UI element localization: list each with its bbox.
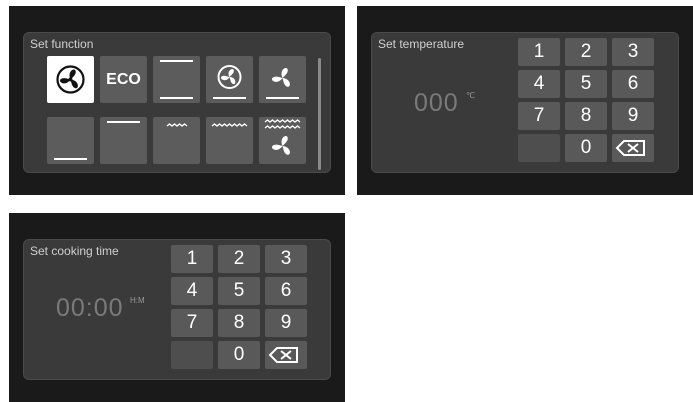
cooking-time-backspace-key[interactable]	[265, 341, 307, 369]
cooking-time-key-7[interactable]: 7	[171, 309, 213, 337]
temperature-key-1[interactable]: 1	[518, 38, 560, 66]
eco-mode-button[interactable]: ECO	[100, 56, 147, 103]
eco-label: ECO	[106, 71, 141, 88]
temperature-blank-key[interactable]	[518, 134, 560, 162]
temperature-key-3[interactable]: 3	[612, 38, 654, 66]
fan-in-circle-icon	[56, 65, 85, 94]
temperature-key-4[interactable]: 4	[518, 70, 560, 98]
cooking-time-screen: Set cooking time 00:00 H:M 123 456 7890	[9, 213, 345, 402]
cooking-time-unit: H:M	[130, 296, 145, 305]
backspace-icon	[615, 140, 645, 156]
temperature-key-9[interactable]: 9	[612, 102, 654, 130]
top-bottom-heat-icon	[160, 60, 193, 99]
grill-icon	[166, 123, 188, 127]
top-heat-icon	[107, 121, 140, 123]
temperature-key-8[interactable]: 8	[565, 102, 607, 130]
temperature-readout: 000	[414, 89, 459, 117]
temperature-panel: Set temperature 000 ℃ 123 456 7890	[371, 32, 679, 173]
temperature-key-2[interactable]: 2	[565, 38, 607, 66]
double-grill-button[interactable]	[206, 117, 253, 164]
cooking-time-key-6[interactable]: 6	[265, 277, 307, 305]
temperature-unit: ℃	[466, 91, 475, 100]
cooking-time-key-2[interactable]: 2	[218, 245, 260, 273]
panel-title: Set temperature	[378, 37, 465, 51]
temperature-key-0[interactable]: 0	[565, 134, 607, 162]
bottom-heat-icon	[54, 158, 87, 160]
cooking-time-key-1[interactable]: 1	[171, 245, 213, 273]
cooking-time-blank-key[interactable]	[171, 341, 213, 369]
top-bottom-heat-button[interactable]	[153, 56, 200, 103]
fan-mode-button[interactable]	[47, 56, 94, 103]
fan-grill-button[interactable]	[259, 117, 306, 164]
function-screen: Set function ECO	[9, 6, 345, 195]
temperature-key-7[interactable]: 7	[518, 102, 560, 130]
panel-title: Set cooking time	[30, 244, 119, 258]
temperature-backspace-key[interactable]	[612, 134, 654, 162]
temperature-screen: Set temperature 000 ℃ 123 456 7890	[357, 6, 693, 195]
grill-button[interactable]	[153, 117, 200, 164]
fan-circular-heat-icon	[213, 65, 246, 99]
fan-circular-heat-button[interactable]	[206, 56, 253, 103]
double-grill-icon	[211, 123, 248, 127]
cooking-time-panel: Set cooking time 00:00 H:M 123 456 7890	[23, 239, 331, 380]
temperature-key-6[interactable]: 6	[612, 70, 654, 98]
cooking-time-key-3[interactable]: 3	[265, 245, 307, 273]
panel-title: Set function	[30, 37, 94, 51]
fan-grill-icon	[264, 119, 301, 155]
function-panel: Set function ECO	[23, 32, 331, 173]
scrollbar[interactable]	[318, 58, 321, 170]
cooking-time-key-9[interactable]: 9	[265, 309, 307, 337]
cooking-time-readout: 00:00	[56, 294, 124, 322]
cooking-time-key-4[interactable]: 4	[171, 277, 213, 305]
bottom-heat-button[interactable]	[47, 117, 94, 164]
backspace-icon	[268, 347, 298, 363]
cooking-time-key-5[interactable]: 5	[218, 277, 260, 305]
temperature-key-5[interactable]: 5	[565, 70, 607, 98]
fan-bottom-heat-button[interactable]	[259, 56, 306, 103]
top-heat-button[interactable]	[100, 117, 147, 164]
fan-bottom-heat-icon	[266, 68, 299, 99]
cooking-time-key-8[interactable]: 8	[218, 309, 260, 337]
cooking-time-key-0[interactable]: 0	[218, 341, 260, 369]
